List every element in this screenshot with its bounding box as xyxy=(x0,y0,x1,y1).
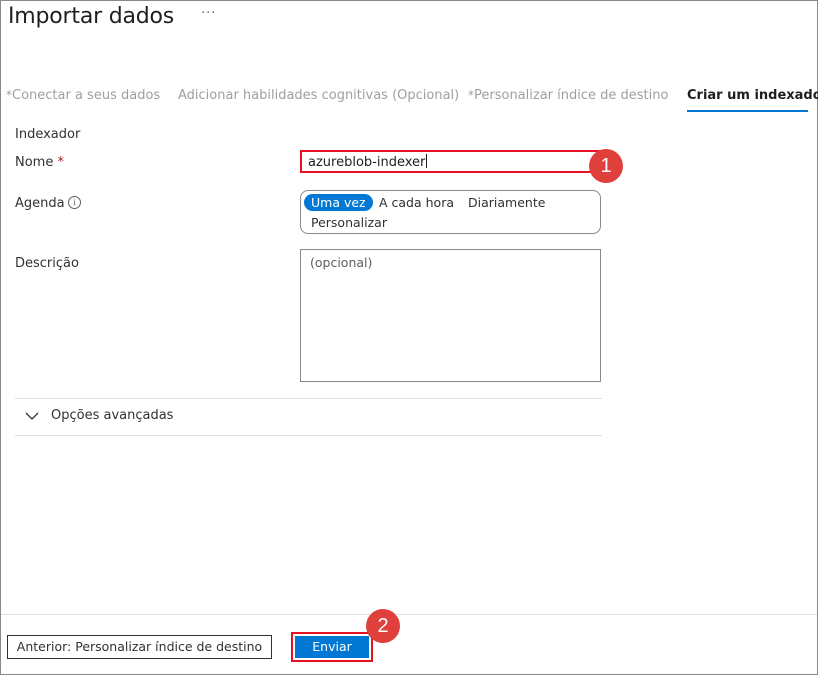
submit-highlight: Enviar xyxy=(291,632,373,662)
tab-label: Personalizar índice de destino xyxy=(474,88,669,103)
schedule-option-hourly[interactable]: A cada hora xyxy=(372,194,461,211)
tab-cognitive-skills[interactable]: Adicionar habilidades cognitivas (Opcion… xyxy=(178,88,459,103)
divider xyxy=(15,435,602,436)
more-options-button[interactable]: ··· xyxy=(201,6,216,21)
schedule-option-once[interactable]: Uma vez xyxy=(304,194,373,211)
tab-label: Conectar a seus dados xyxy=(12,88,161,103)
step-badge-2: 2 xyxy=(366,609,400,643)
footer-divider xyxy=(1,614,817,615)
description-label: Descrição xyxy=(15,256,79,271)
name-label-text: Nome xyxy=(15,155,54,170)
tab-create-indexer[interactable]: Criar um indexador xyxy=(687,88,818,103)
tab-customize-index[interactable]: *Personalizar índice de destino xyxy=(468,88,668,103)
description-textarea[interactable]: (opcional) xyxy=(300,249,601,382)
step-badge-1: 1 xyxy=(589,149,623,183)
schedule-option-custom[interactable]: Personalizar xyxy=(304,214,394,231)
tab-connect-data[interactable]: *Conectar a seus dados xyxy=(6,88,160,103)
chevron-down-icon xyxy=(25,412,39,420)
submit-button[interactable]: Enviar xyxy=(295,636,369,658)
name-label: Nome * xyxy=(15,155,64,170)
tab-label: Criar um indexador xyxy=(687,88,818,103)
previous-button[interactable]: Anterior: Personalizar índice de destino xyxy=(7,635,272,659)
advanced-options-label: Opções avançadas xyxy=(51,408,174,423)
section-label: Indexador xyxy=(15,127,81,142)
required-mark: * xyxy=(57,155,64,170)
schedule-pill-group: Uma vez A cada hora Diariamente Personal… xyxy=(300,190,601,234)
schedule-option-daily[interactable]: Diariamente xyxy=(461,194,552,211)
info-icon[interactable]: i xyxy=(68,196,81,209)
divider xyxy=(15,398,602,399)
text-caret xyxy=(426,154,428,168)
page-title: Importar dados xyxy=(8,4,175,29)
schedule-label: Agenda xyxy=(15,196,65,211)
description-placeholder: (opcional) xyxy=(310,255,373,270)
tab-label: Adicionar habilidades cognitivas (Opcion… xyxy=(178,88,460,103)
indexer-name-value: azureblob-indexer xyxy=(308,155,426,170)
wizard-steps: *Conectar a seus dados Adicionar habilid… xyxy=(6,88,818,114)
indexer-name-input[interactable]: azureblob-indexer xyxy=(300,150,602,173)
active-tab-indicator xyxy=(687,110,808,112)
